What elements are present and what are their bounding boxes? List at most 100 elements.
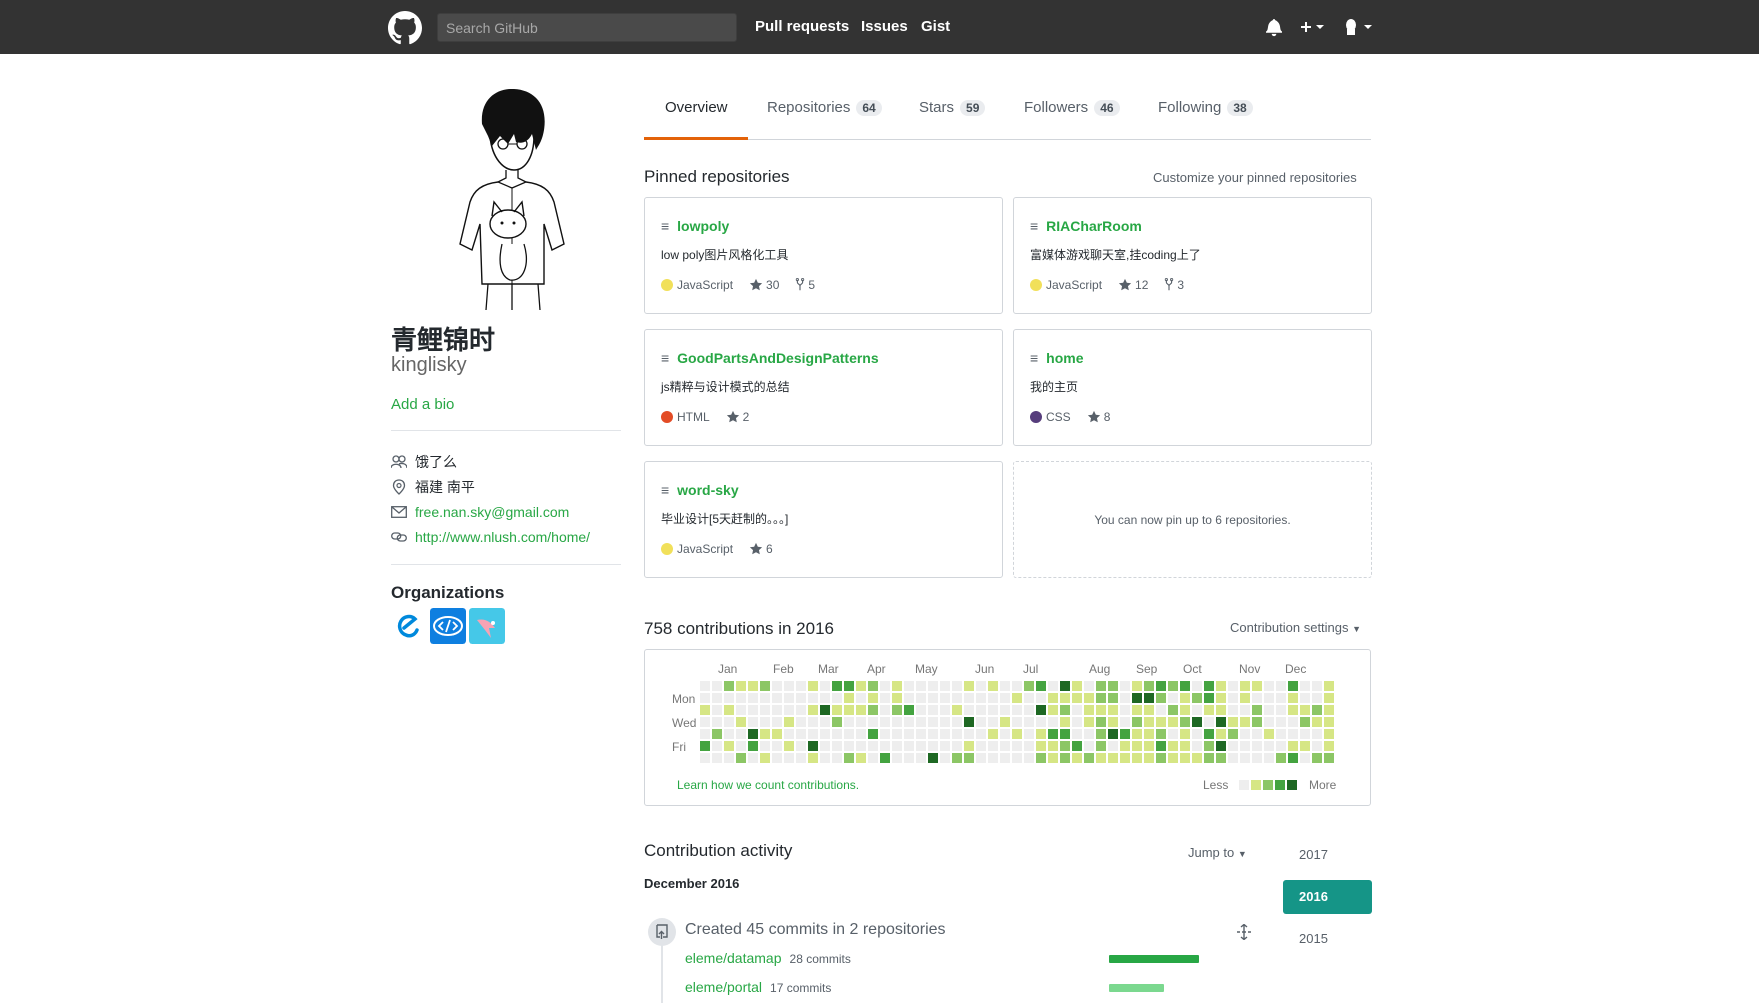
contribution-day-cell[interactable] bbox=[1024, 705, 1034, 715]
contribution-day-cell[interactable] bbox=[1300, 705, 1310, 715]
contribution-day-cell[interactable] bbox=[1252, 705, 1262, 715]
contribution-day-cell[interactable] bbox=[1144, 705, 1154, 715]
contribution-day-cell[interactable] bbox=[916, 753, 926, 763]
contribution-day-cell[interactable] bbox=[1048, 741, 1058, 751]
repo-stars[interactable]: 6 bbox=[749, 542, 773, 556]
contribution-day-cell[interactable] bbox=[1300, 729, 1310, 739]
contribution-day-cell[interactable] bbox=[1276, 741, 1286, 751]
contribution-day-cell[interactable] bbox=[796, 717, 806, 727]
contribution-day-cell[interactable] bbox=[808, 693, 818, 703]
contribution-day-cell[interactable] bbox=[940, 705, 950, 715]
contribution-day-cell[interactable] bbox=[760, 753, 770, 763]
contribution-day-cell[interactable] bbox=[844, 705, 854, 715]
contribution-day-cell[interactable] bbox=[1132, 705, 1142, 715]
contribution-day-cell[interactable] bbox=[880, 741, 890, 751]
contribution-day-cell[interactable] bbox=[988, 693, 998, 703]
contribution-day-cell[interactable] bbox=[1180, 681, 1190, 691]
contribution-day-cell[interactable] bbox=[928, 753, 938, 763]
contribution-day-cell[interactable] bbox=[1192, 729, 1202, 739]
contribution-day-cell[interactable] bbox=[868, 753, 878, 763]
contribution-day-cell[interactable] bbox=[976, 681, 986, 691]
contribution-day-cell[interactable] bbox=[1240, 681, 1250, 691]
contribution-day-cell[interactable] bbox=[952, 729, 962, 739]
contribution-day-cell[interactable] bbox=[1000, 693, 1010, 703]
contribution-day-cell[interactable] bbox=[916, 693, 926, 703]
contribution-day-cell[interactable] bbox=[1096, 717, 1106, 727]
contribution-day-cell[interactable] bbox=[1168, 729, 1178, 739]
contribution-day-cell[interactable] bbox=[892, 681, 902, 691]
contribution-day-cell[interactable] bbox=[1108, 681, 1118, 691]
contribution-day-cell[interactable] bbox=[808, 729, 818, 739]
contribution-day-cell[interactable] bbox=[832, 681, 842, 691]
contribution-day-cell[interactable] bbox=[772, 705, 782, 715]
contribution-day-cell[interactable] bbox=[748, 717, 758, 727]
contribution-day-cell[interactable] bbox=[1312, 693, 1322, 703]
plus-dropdown-icon[interactable] bbox=[1300, 14, 1326, 40]
contribution-day-cell[interactable] bbox=[1084, 705, 1094, 715]
contribution-day-cell[interactable] bbox=[808, 705, 818, 715]
org-code-icon[interactable] bbox=[430, 608, 466, 644]
contribution-day-cell[interactable] bbox=[1048, 753, 1058, 763]
contribution-day-cell[interactable] bbox=[1012, 741, 1022, 751]
contribution-day-cell[interactable] bbox=[832, 693, 842, 703]
contribution-day-cell[interactable] bbox=[1072, 741, 1082, 751]
contribution-day-cell[interactable] bbox=[712, 681, 722, 691]
tab-stars[interactable]: Stars 59 bbox=[919, 99, 986, 116]
contribution-day-cell[interactable] bbox=[1180, 753, 1190, 763]
contribution-day-cell[interactable] bbox=[880, 693, 890, 703]
contribution-day-cell[interactable] bbox=[916, 717, 926, 727]
contribution-day-cell[interactable] bbox=[832, 717, 842, 727]
contribution-day-cell[interactable] bbox=[976, 741, 986, 751]
contribution-day-cell[interactable] bbox=[1168, 681, 1178, 691]
pinned-repo-card[interactable]: ≡ GoodPartsAndDesignPatterns js精粹与设计模式的总结 H… bbox=[644, 329, 1003, 446]
contribution-day-cell[interactable] bbox=[1252, 741, 1262, 751]
contribution-day-cell[interactable] bbox=[868, 741, 878, 751]
jump-to-dropdown[interactable]: Jump to ▼ bbox=[1188, 845, 1247, 860]
contribution-day-cell[interactable] bbox=[1168, 705, 1178, 715]
contribution-day-cell[interactable] bbox=[1324, 705, 1334, 715]
contribution-day-cell[interactable] bbox=[952, 705, 962, 715]
contribution-day-cell[interactable] bbox=[1204, 705, 1214, 715]
nav-issues[interactable]: Issues bbox=[861, 18, 908, 35]
contribution-day-cell[interactable] bbox=[1012, 681, 1022, 691]
activity-repo-link[interactable]: eleme/portal bbox=[685, 979, 762, 995]
contribution-day-cell[interactable] bbox=[808, 717, 818, 727]
contribution-day-cell[interactable] bbox=[964, 741, 974, 751]
contribution-day-cell[interactable] bbox=[1216, 681, 1226, 691]
contribution-day-cell[interactable] bbox=[736, 681, 746, 691]
contribution-day-cell[interactable] bbox=[916, 681, 926, 691]
contribution-day-cell[interactable] bbox=[1288, 681, 1298, 691]
contribution-day-cell[interactable] bbox=[1264, 705, 1274, 715]
contribution-day-cell[interactable] bbox=[772, 729, 782, 739]
contribution-day-cell[interactable] bbox=[1024, 729, 1034, 739]
contribution-day-cell[interactable] bbox=[952, 753, 962, 763]
contribution-day-cell[interactable] bbox=[796, 693, 806, 703]
contribution-day-cell[interactable] bbox=[1192, 693, 1202, 703]
contribution-day-cell[interactable] bbox=[1168, 741, 1178, 751]
contribution-day-cell[interactable] bbox=[940, 753, 950, 763]
contribution-day-cell[interactable] bbox=[904, 741, 914, 751]
contribution-day-cell[interactable] bbox=[712, 693, 722, 703]
contribution-day-cell[interactable] bbox=[1156, 693, 1166, 703]
contribution-day-cell[interactable] bbox=[748, 681, 758, 691]
contribution-day-cell[interactable] bbox=[700, 705, 710, 715]
contribution-day-cell[interactable] bbox=[712, 729, 722, 739]
contribution-day-cell[interactable] bbox=[784, 753, 794, 763]
pinned-repo-card[interactable]: ≡ lowpoly low poly图片风格化工具 JavaScript 30 5 bbox=[644, 197, 1003, 314]
contribution-day-cell[interactable] bbox=[1204, 681, 1214, 691]
contribution-day-cell[interactable] bbox=[700, 681, 710, 691]
contribution-day-cell[interactable] bbox=[1060, 741, 1070, 751]
contribution-day-cell[interactable] bbox=[1084, 741, 1094, 751]
contribution-settings-dropdown[interactable]: Contribution settings ▼ bbox=[1230, 620, 1361, 635]
contribution-day-cell[interactable] bbox=[1024, 753, 1034, 763]
profile-website-link[interactable]: http://www.nlush.com/home/ bbox=[415, 529, 590, 545]
contribution-day-cell[interactable] bbox=[1252, 681, 1262, 691]
contribution-day-cell[interactable] bbox=[760, 717, 770, 727]
contribution-day-cell[interactable] bbox=[796, 705, 806, 715]
contribution-day-cell[interactable] bbox=[1036, 693, 1046, 703]
contribution-day-cell[interactable] bbox=[1120, 729, 1130, 739]
contribution-day-cell[interactable] bbox=[1096, 729, 1106, 739]
contribution-day-cell[interactable] bbox=[1036, 681, 1046, 691]
contribution-day-cell[interactable] bbox=[880, 753, 890, 763]
contribution-day-cell[interactable] bbox=[1180, 729, 1190, 739]
